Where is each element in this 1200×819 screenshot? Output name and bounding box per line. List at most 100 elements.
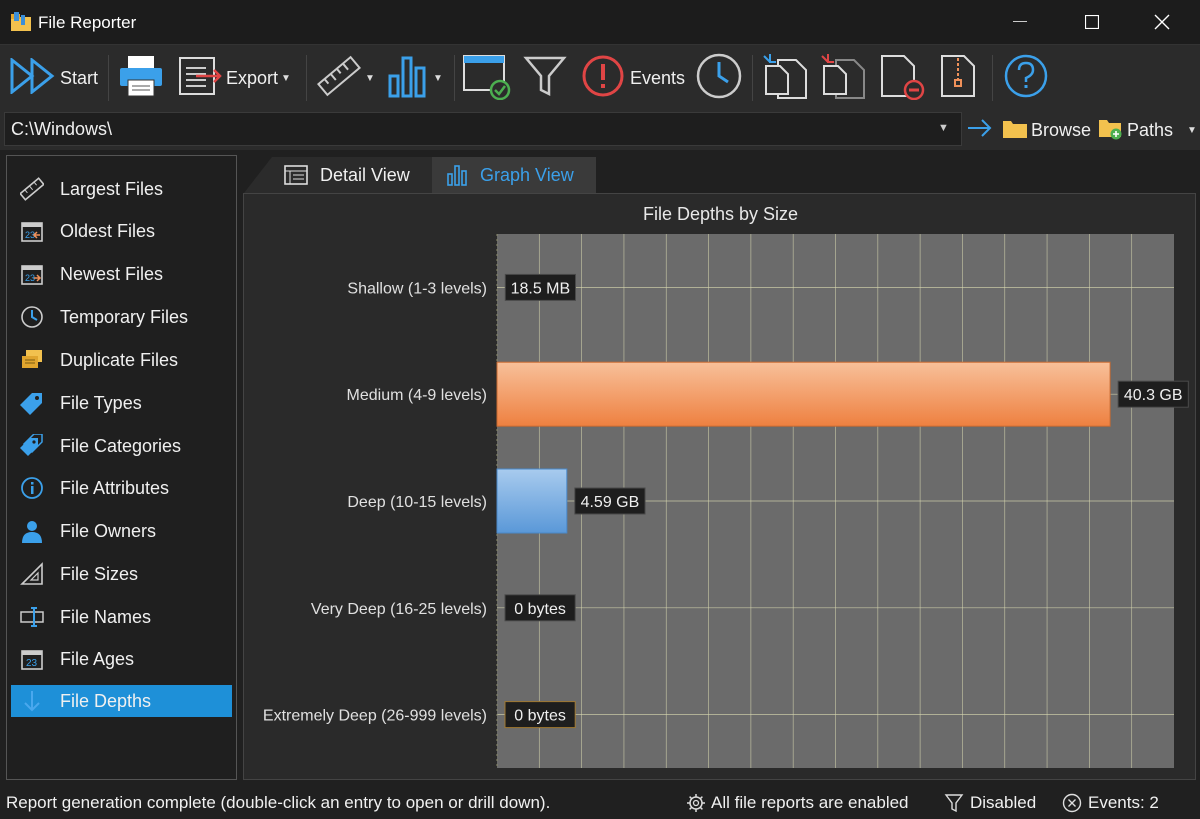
- schedule-button[interactable]: [694, 53, 744, 103]
- category-label: Extremely Deep (26-999 levels): [263, 708, 487, 725]
- bar-2: [496, 468, 568, 534]
- fast-forward-icon: [10, 56, 56, 99]
- events-label: Events: [630, 67, 686, 88]
- tag-icon: [19, 390, 45, 416]
- toolbar-separator: [454, 55, 455, 101]
- delete-button[interactable]: [876, 53, 926, 103]
- sidebar-item-file-types[interactable]: File Types: [11, 387, 232, 419]
- svg-text:23: 23: [25, 273, 35, 283]
- toolbar-separator: [992, 55, 993, 101]
- sidebar-item-largest-files[interactable]: Largest Files: [11, 173, 232, 205]
- calendar-new-icon: 23: [19, 261, 45, 287]
- triangle-ruler-icon: [19, 561, 45, 587]
- path-dropdown-icon[interactable]: ▼: [938, 122, 949, 134]
- paths-button[interactable]: Paths ▼: [1098, 116, 1197, 144]
- print-button[interactable]: [118, 53, 164, 103]
- app-icon: [10, 12, 32, 32]
- filter-status-label: Disabled: [970, 793, 1037, 812]
- sidebar-item-label: File Categories: [60, 435, 182, 456]
- bar-chart-icon: [446, 164, 468, 186]
- browse-button[interactable]: Browse: [1002, 116, 1091, 144]
- filter-button[interactable]: [522, 53, 568, 103]
- bar-chart-icon: [384, 54, 430, 103]
- category-label: Very Deep (16-25 levels): [311, 601, 487, 618]
- calendar-23-icon: 23: [19, 646, 45, 672]
- go-button[interactable]: [966, 116, 992, 144]
- svg-text:23: 23: [26, 658, 38, 669]
- graph-panel: File Depths by Size Shallow (1-3 levels)…: [243, 193, 1196, 780]
- sidebar-item-file-depths[interactable]: File Depths: [11, 685, 232, 717]
- window-check-icon: [462, 52, 512, 105]
- gear-icon: [686, 793, 706, 813]
- sidebar-item-temporary-files[interactable]: Temporary Files: [11, 301, 232, 333]
- printer-icon: [118, 54, 164, 103]
- start-button[interactable]: Start: [10, 53, 98, 103]
- window-check-button[interactable]: [462, 53, 512, 103]
- reports-status-label: All file reports are enabled: [711, 793, 909, 812]
- tab-label: Detail View: [320, 164, 410, 185]
- sidebar-item-label: Oldest Files: [60, 220, 156, 241]
- tab-detail-view[interactable]: Detail View: [244, 157, 432, 193]
- ruler-icon: [19, 176, 45, 202]
- reports-status[interactable]: All file reports are enabled: [686, 793, 909, 813]
- value-label: 40.3 GB: [1124, 387, 1183, 404]
- minimize-button[interactable]: [990, 0, 1050, 44]
- report-list: Largest Files 23 Oldest Files 23 Newest …: [6, 155, 237, 780]
- path-input[interactable]: C:\Windows\: [4, 112, 962, 146]
- sidebar-item-duplicate-files[interactable]: Duplicate Files: [11, 344, 232, 376]
- help-button[interactable]: [1002, 53, 1050, 103]
- close-circle-icon: [1062, 793, 1082, 813]
- sidebar-item-file-sizes[interactable]: File Sizes: [11, 558, 232, 590]
- zip-button[interactable]: [934, 53, 984, 103]
- user-icon: [19, 518, 45, 544]
- arrow-down-icon: [19, 688, 45, 714]
- duplicate-files-icon: [19, 347, 45, 373]
- sidebar-item-newest-files[interactable]: 23 Newest Files: [11, 258, 232, 290]
- help-icon: [1002, 53, 1050, 104]
- sidebar-item-label: File Ages: [60, 648, 135, 669]
- status-bar: Report generation complete (double-click…: [0, 789, 1200, 819]
- value-label: 18.5 MB: [511, 280, 571, 297]
- export-button[interactable]: Export ▼: [176, 53, 291, 103]
- sidebar-item-file-owners[interactable]: File Owners: [11, 515, 232, 547]
- chart-type-button[interactable]: ▼: [384, 53, 443, 103]
- move-files-icon: [818, 52, 868, 105]
- folder-icon: [1002, 117, 1028, 144]
- chevron-down-icon: ▼: [365, 72, 375, 84]
- sidebar-item-label: File Types: [60, 392, 142, 413]
- clock-icon: [694, 52, 744, 105]
- sidebar-item-label: File Sizes: [60, 563, 139, 584]
- maximize-button[interactable]: [1062, 0, 1122, 44]
- events-button[interactable]: Events: [580, 53, 685, 103]
- sidebar-item-label: Largest Files: [60, 178, 164, 199]
- category-label: Shallow (1-3 levels): [347, 280, 487, 297]
- folder-add-icon: [1098, 116, 1124, 145]
- bar-1: [496, 361, 1111, 427]
- window-title: File Reporter: [38, 13, 137, 32]
- events-status[interactable]: Events: 2: [1062, 793, 1159, 813]
- sidebar-item-file-names[interactable]: File Names: [11, 601, 232, 633]
- path-bar: C:\Windows\ ▼ Browse Paths ▼: [0, 110, 1200, 150]
- sidebar-item-oldest-files[interactable]: 23 Oldest Files: [11, 215, 232, 247]
- filter-status[interactable]: Disabled: [944, 793, 1036, 813]
- sidebar-item-label: Temporary Files: [60, 306, 189, 327]
- move-button[interactable]: [818, 53, 868, 103]
- error-icon: [580, 54, 626, 103]
- sidebar-item-file-categories[interactable]: File Categories: [11, 430, 232, 462]
- import-files-icon: [760, 52, 810, 105]
- tags-icon: [19, 433, 45, 459]
- bar-chart: Shallow (1-3 levels) 18.5 MB Medium (4-9 l…: [263, 234, 1189, 768]
- chevron-down-icon: ▼: [281, 72, 291, 84]
- tab-graph-view[interactable]: Graph View: [432, 157, 596, 193]
- funnel-icon: [522, 54, 568, 103]
- export-icon: [176, 54, 222, 103]
- close-button[interactable]: [1132, 0, 1192, 44]
- sidebar-item-label: File Owners: [60, 520, 157, 541]
- sidebar-item-file-attributes[interactable]: File Attributes: [11, 472, 232, 504]
- sidebar-item-label: File Depths: [60, 690, 152, 711]
- sidebar-item-file-ages[interactable]: 23 File Ages: [11, 643, 232, 675]
- size-filter-button[interactable]: ▼: [316, 53, 375, 103]
- info-icon: [19, 475, 45, 501]
- import-button[interactable]: [760, 53, 810, 103]
- toolbar-separator: [108, 55, 109, 101]
